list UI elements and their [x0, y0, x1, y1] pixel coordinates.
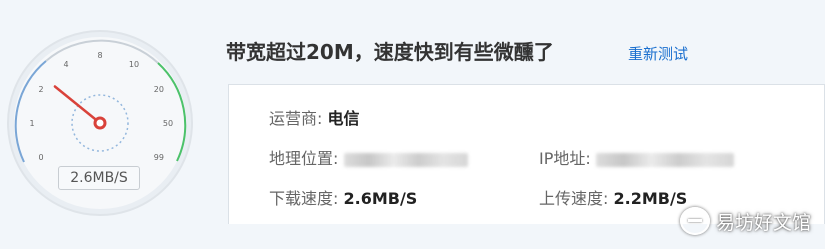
isp-value: 电信 [327, 109, 360, 128]
gauge-tick-label: 1 [29, 119, 34, 128]
gauge-tick-label: 4 [63, 60, 68, 69]
download-value: 2.6MB/S [343, 189, 418, 208]
ip-row: IP地址: [539, 145, 734, 169]
speed-gauge: 0 1 2 4 8 10 20 50 99 [2, 28, 198, 224]
gauge-tick-label: 20 [154, 85, 164, 94]
watermark-text: 易坊好文馆 [715, 211, 811, 234]
result-panel: 运营商: 电信 地理位置: IP地址: 下载速度: 2.6MB/S 上传速度: … [228, 84, 825, 224]
watermark: 易坊好文馆 [679, 207, 811, 235]
upload-label: 上传速度: [539, 189, 609, 208]
gauge-tick-label: 50 [163, 119, 173, 128]
gauge-tick-label: 10 [129, 60, 139, 69]
upload-value: 2.2MB/S [613, 189, 688, 208]
location-value-redacted [343, 152, 468, 167]
isp-row: 运营商: 电信 [269, 105, 360, 129]
location-label: 地理位置: [269, 149, 339, 168]
retest-link[interactable]: 重新测试 [628, 43, 688, 64]
download-row: 下载速度: 2.6MB/S [269, 185, 417, 209]
location-row: 地理位置: [269, 145, 468, 169]
gauge-hub [93, 116, 107, 130]
isp-label: 运营商: [269, 109, 323, 128]
speed-readout: 2.6MB/S [58, 166, 140, 190]
gauge-dial: 0 1 2 4 8 10 20 50 99 [7, 30, 193, 216]
gauge-tick-label: 8 [97, 51, 102, 60]
gauge-tick-label: 2 [39, 85, 44, 94]
download-label: 下载速度: [269, 189, 339, 208]
result-headline: 带宽超过20M，速度快到有些微醺了 [226, 40, 554, 64]
gauge-tick-label: 99 [154, 153, 164, 162]
upload-row: 上传速度: 2.2MB/S [539, 185, 687, 209]
chat-bubble-icon [679, 207, 710, 235]
gauge-tick-label: 0 [39, 153, 44, 162]
ip-label: IP地址: [539, 149, 591, 168]
ip-value-redacted [595, 152, 734, 167]
